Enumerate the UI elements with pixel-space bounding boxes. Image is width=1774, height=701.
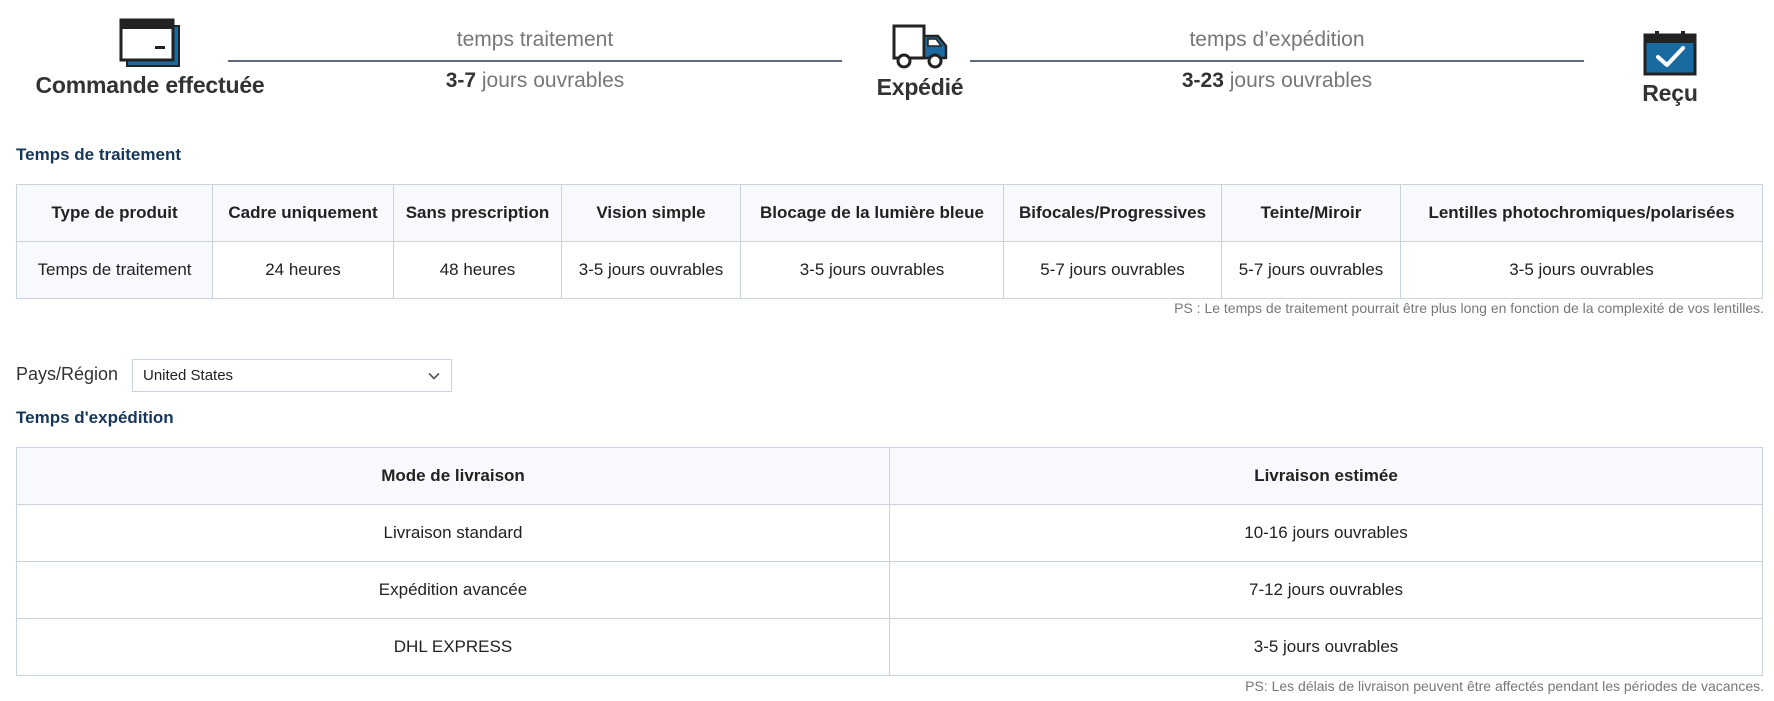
stage-received: Reçu bbox=[1610, 30, 1730, 107]
header-cell: Lentilles photochromiques/polarisées bbox=[1400, 184, 1763, 242]
segment-duration: 3-23 jours ouvrables bbox=[970, 69, 1584, 93]
header-cell: Sans prescription bbox=[393, 184, 562, 242]
segment-shipping: temps d’expédition 3-23 jours ouvrables bbox=[970, 26, 1584, 93]
table-cell: Livraison standard bbox=[16, 504, 890, 562]
row-header-cell: Temps de traitement bbox=[16, 241, 213, 299]
header-cell: Type de produit bbox=[16, 184, 213, 242]
shipping-note: PS: Les délais de livraison peuvent être… bbox=[1245, 678, 1764, 694]
table-row: Livraison standard 10-16 jours ouvrables bbox=[16, 504, 1763, 562]
chevron-down-icon bbox=[428, 372, 440, 380]
processing-note: PS : Le temps de traitement pourrait êtr… bbox=[1174, 300, 1764, 316]
segment-title: temps d’expédition bbox=[1189, 28, 1365, 51]
segment-duration: 3-7 jours ouvrables bbox=[228, 69, 842, 93]
table-cell: 5-7 jours ouvrables bbox=[1003, 241, 1222, 299]
credit-card-icon bbox=[119, 18, 180, 67]
table-cell: 3-5 jours ouvrables bbox=[740, 241, 1004, 299]
table-row: DHL EXPRESS 3-5 jours ouvrables bbox=[16, 618, 1763, 676]
table-cell: 10-16 jours ouvrables bbox=[889, 504, 1763, 562]
table-cell: Expédition avancée bbox=[16, 561, 890, 619]
stage-label: Reçu bbox=[1642, 80, 1698, 106]
country-selected-value: United States bbox=[143, 367, 234, 384]
truck-icon bbox=[892, 24, 948, 69]
header-cell: Livraison estimée bbox=[889, 447, 1763, 505]
shipping-title: Temps d'expédition bbox=[16, 408, 174, 427]
segment-processing: temps traitement 3-7 jours ouvrables bbox=[228, 26, 842, 93]
table-row: Expédition avancée 7-12 jours ouvrables bbox=[16, 561, 1763, 619]
calendar-check-icon bbox=[1643, 31, 1697, 76]
table-cell: 48 heures bbox=[393, 241, 562, 299]
segment-title: temps traitement bbox=[456, 28, 614, 51]
stage-label: Expédié bbox=[876, 74, 964, 100]
header-cell: Teinte/Miroir bbox=[1221, 184, 1401, 242]
table-cell: 7-12 jours ouvrables bbox=[889, 561, 1763, 619]
segment-unit: jours ouvrables bbox=[1223, 69, 1373, 92]
table-cell: 3-5 jours ouvrables bbox=[1400, 241, 1763, 299]
table-header-row: Type de produit Cadre uniquement Sans pr… bbox=[16, 184, 1763, 242]
header-cell: Bifocales/Progressives bbox=[1003, 184, 1222, 242]
segment-range: 3-23 bbox=[1181, 69, 1224, 92]
table-row: Temps de traitement 24 heures 48 heures … bbox=[16, 241, 1763, 299]
table-cell: 3-5 jours ouvrables bbox=[561, 241, 741, 299]
stage-shipped: Expédié bbox=[860, 22, 980, 101]
order-timeline: Commande effectuée temps traitement 3-7 … bbox=[0, 0, 1774, 130]
table-cell: 24 heures bbox=[212, 241, 394, 299]
table-cell: 5-7 jours ouvrables bbox=[1221, 241, 1401, 299]
segment-divider bbox=[970, 60, 1584, 62]
table-cell: DHL EXPRESS bbox=[16, 618, 890, 676]
table-cell: 3-5 jours ouvrables bbox=[889, 618, 1763, 676]
table-header-row: Mode de livraison Livraison estimée bbox=[16, 447, 1763, 505]
header-cell: Vision simple bbox=[561, 184, 741, 242]
processing-title: Temps de traitement bbox=[16, 145, 182, 164]
country-label: Pays/Région bbox=[16, 364, 119, 384]
segment-range: 3-7 bbox=[445, 69, 477, 92]
header-cell: Blocage de la lumière bleue bbox=[740, 184, 1004, 242]
header-cell: Mode de livraison bbox=[16, 447, 890, 505]
processing-table: Type de produit Cadre uniquement Sans pr… bbox=[16, 184, 1763, 299]
country-select[interactable]: United States bbox=[132, 359, 452, 392]
header-cell: Cadre uniquement bbox=[212, 184, 394, 242]
segment-unit: jours ouvrables bbox=[476, 69, 625, 92]
segment-divider bbox=[228, 60, 842, 62]
shipping-table: Mode de livraison Livraison estimée Livr… bbox=[16, 447, 1763, 676]
